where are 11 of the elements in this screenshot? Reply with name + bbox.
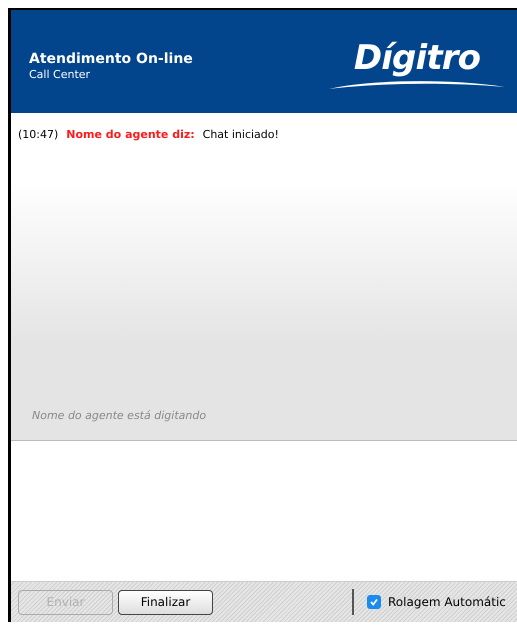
typing-status: Nome do agente está digitando <box>31 408 208 424</box>
message-time: (10:47) <box>18 127 58 143</box>
auto-scroll-label: Rolagem Automátic <box>388 594 506 611</box>
finish-button[interactable]: Finalizar <box>118 590 213 614</box>
message-text: Chat iniciado! <box>202 127 279 143</box>
check-icon <box>369 597 379 607</box>
header-subtitle: Call Center <box>29 68 92 81</box>
message-sender: Nome do agente diz: <box>66 127 195 143</box>
logo: Dígitro <box>354 39 480 77</box>
auto-scroll-checkbox[interactable] <box>367 595 381 609</box>
header-title: Atendimento On-line <box>29 50 193 68</box>
